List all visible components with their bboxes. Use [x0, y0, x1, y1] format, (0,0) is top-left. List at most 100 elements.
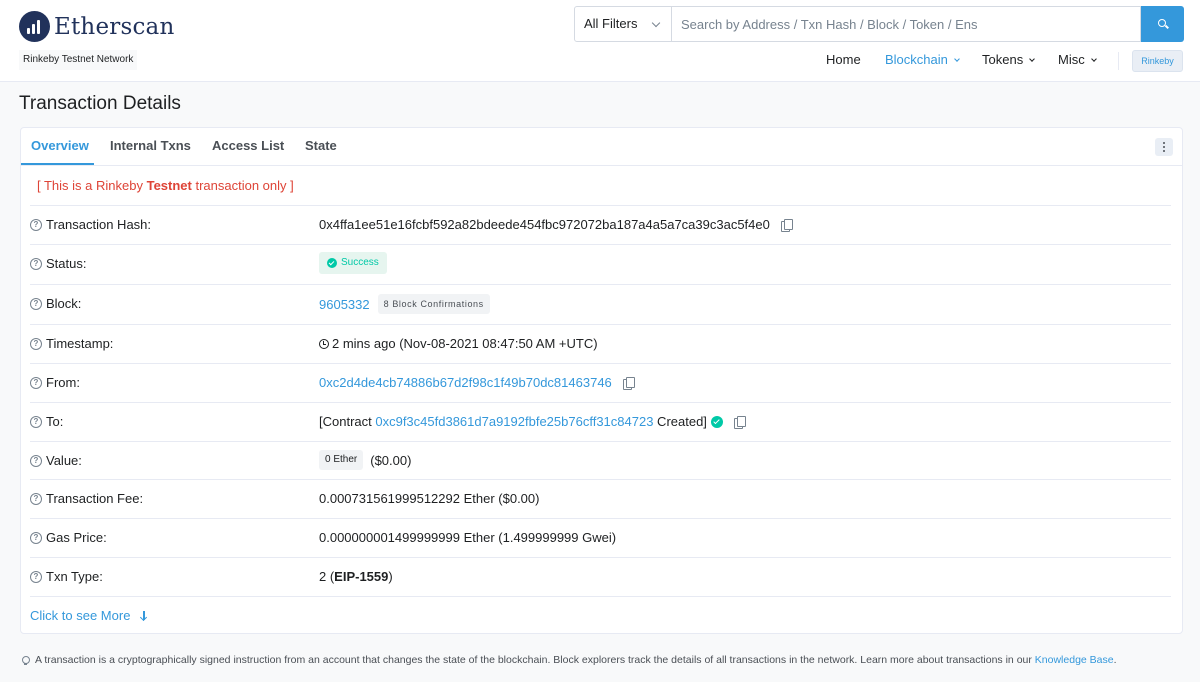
tab-overview[interactable]: Overview	[31, 138, 89, 153]
value-from: 0xc2d4de4cb74886b67d2f98c1f49b70dc814637…	[319, 375, 635, 390]
label-transaction-hash: ? Transaction Hash:	[30, 217, 151, 232]
txn-type-suffix: )	[388, 569, 393, 584]
help-icon[interactable]: ?	[30, 492, 42, 505]
copy-icon[interactable]	[622, 376, 635, 390]
chevron-down-icon	[651, 18, 661, 28]
help-icon[interactable]: ?	[30, 415, 42, 428]
chevron-down-icon	[1029, 56, 1036, 62]
footer-end: .	[1113, 654, 1117, 666]
label-text: From:	[46, 375, 80, 390]
divider	[30, 284, 1171, 285]
divider	[30, 557, 1171, 558]
divider	[30, 205, 1171, 206]
nav-tokens-label: Tokens	[982, 52, 1024, 67]
help-icon[interactable]: ?	[30, 531, 42, 544]
search-input[interactable]	[672, 6, 1141, 42]
see-more-link[interactable]: Click to see More	[30, 608, 148, 623]
nav-tokens[interactable]: Tokens	[982, 52, 1036, 72]
divider	[30, 518, 1171, 519]
label-text: Timestamp:	[46, 336, 114, 351]
see-more-text: Click to see More	[30, 608, 131, 623]
nav-divider	[1118, 52, 1119, 70]
value-status: Success	[319, 252, 387, 274]
nav-misc-label: Misc	[1058, 52, 1085, 67]
nav-home[interactable]: Home	[826, 52, 861, 72]
label-block: ? Block:	[30, 296, 81, 311]
label-text: Transaction Fee:	[46, 491, 144, 506]
footer-text: A transaction is a cryptographically sig…	[35, 654, 1035, 666]
value-transaction-hash: 0x4ffa1ee51e16fcbf592a82bdeede454fbc9720…	[319, 217, 793, 232]
site-header: Etherscan Rinkeby Testnet Network All Fi…	[0, 0, 1200, 82]
footer-note: A transaction is a cryptographically sig…	[19, 654, 1117, 666]
help-icon[interactable]: ?	[30, 297, 42, 310]
label-text: Status:	[46, 256, 87, 271]
txn-type-prefix: 2 (	[319, 569, 335, 584]
label-value: ? Value:	[30, 453, 82, 468]
status-text: Success	[341, 257, 379, 268]
lightbulb-icon	[19, 654, 31, 666]
tab-access-list[interactable]: Access List	[212, 138, 284, 153]
from-address-link[interactable]: 0xc2d4de4cb74886b67d2f98c1f49b70dc814637…	[319, 375, 612, 390]
chevron-down-icon	[954, 56, 960, 62]
usd-value: ($0.00)	[370, 452, 412, 468]
check-circle-icon	[327, 258, 337, 268]
value-value: 0 Ether ($0.00)	[319, 450, 411, 470]
confirmations-badge: 8 Block Confirmations	[377, 294, 490, 314]
knowledge-base-link[interactable]: Knowledge Base	[1035, 654, 1114, 666]
help-icon[interactable]: ?	[30, 570, 42, 583]
label-text: Transaction Hash:	[46, 217, 152, 232]
nav-misc[interactable]: Misc	[1058, 52, 1097, 72]
transaction-card: Overview Internal Txns Access List State…	[20, 127, 1183, 634]
copy-icon[interactable]	[733, 415, 746, 429]
etherscan-logo-icon	[19, 11, 50, 42]
to-suffix: Created]	[653, 414, 707, 429]
clock-icon	[319, 338, 329, 349]
value-transaction-fee: 0.000731561999512292 Ether ($0.00)	[319, 491, 539, 506]
help-icon[interactable]: ?	[30, 218, 42, 231]
divider	[30, 402, 1171, 403]
label-from: ? From:	[30, 375, 80, 390]
txn-type-bold: EIP-1559	[334, 569, 389, 584]
divider	[30, 324, 1171, 325]
ether-amount-badge: 0 Ether	[319, 450, 364, 470]
testnet-notice-bold: Testnet	[146, 178, 192, 193]
label-transaction-fee: ? Transaction Fee:	[30, 491, 143, 506]
block-number-link[interactable]: 9605332	[319, 297, 370, 312]
search-bar: All Filters	[574, 6, 1184, 42]
divider	[30, 479, 1171, 480]
etherscan-logo[interactable]: Etherscan	[19, 11, 174, 42]
label-text: Value:	[46, 453, 82, 468]
tab-state[interactable]: State	[305, 138, 337, 153]
nav-blockchain[interactable]: Blockchain	[885, 52, 960, 72]
page-title: Transaction Details	[19, 93, 181, 114]
help-icon[interactable]: ?	[30, 376, 42, 389]
label-timestamp: ? Timestamp:	[30, 336, 113, 351]
help-icon[interactable]: ?	[30, 337, 42, 350]
tab-internal-txns[interactable]: Internal Txns	[110, 138, 191, 153]
label-txn-type: ? Txn Type:	[30, 569, 103, 584]
label-to: ? To:	[30, 414, 63, 429]
divider	[30, 596, 1171, 597]
timestamp-text: 2 mins ago (Nov-08-2021 08:47:50 AM +UTC…	[332, 336, 598, 351]
label-text: Gas Price:	[46, 530, 107, 545]
nav-blockchain-label: Blockchain	[885, 52, 948, 67]
help-icon[interactable]: ?	[30, 257, 42, 270]
search-button[interactable]	[1141, 6, 1184, 42]
to-prefix: [Contract	[319, 414, 376, 429]
search-filter-value: All Filters	[584, 16, 638, 31]
testnet-notice-prefix: [ This is a Rinkeby	[37, 178, 147, 193]
copy-icon[interactable]	[780, 218, 793, 232]
value-gas-price: 0.000000001499999999 Ether (1.499999999 …	[319, 530, 616, 545]
label-text: Block:	[46, 296, 82, 311]
value-txn-type: 2 (EIP-1559)	[319, 569, 393, 584]
contract-address-link[interactable]: 0xc9f3c45fd3861d7a9192fbfe25b76cff31c847…	[375, 414, 653, 429]
more-options-icon[interactable]	[1155, 138, 1173, 156]
fee-text: 0.000731561999512292 Ether ($0.00)	[319, 491, 540, 506]
label-text: Txn Type:	[46, 569, 103, 584]
network-switch-button[interactable]: Rinkeby	[1132, 50, 1183, 72]
value-block: 9605332 8 Block Confirmations	[319, 294, 490, 314]
divider	[30, 244, 1171, 245]
gas-price-text: 0.000000001499999999 Ether (1.499999999 …	[319, 530, 617, 545]
help-icon[interactable]: ?	[30, 454, 42, 467]
search-filter-select[interactable]: All Filters	[574, 6, 672, 42]
